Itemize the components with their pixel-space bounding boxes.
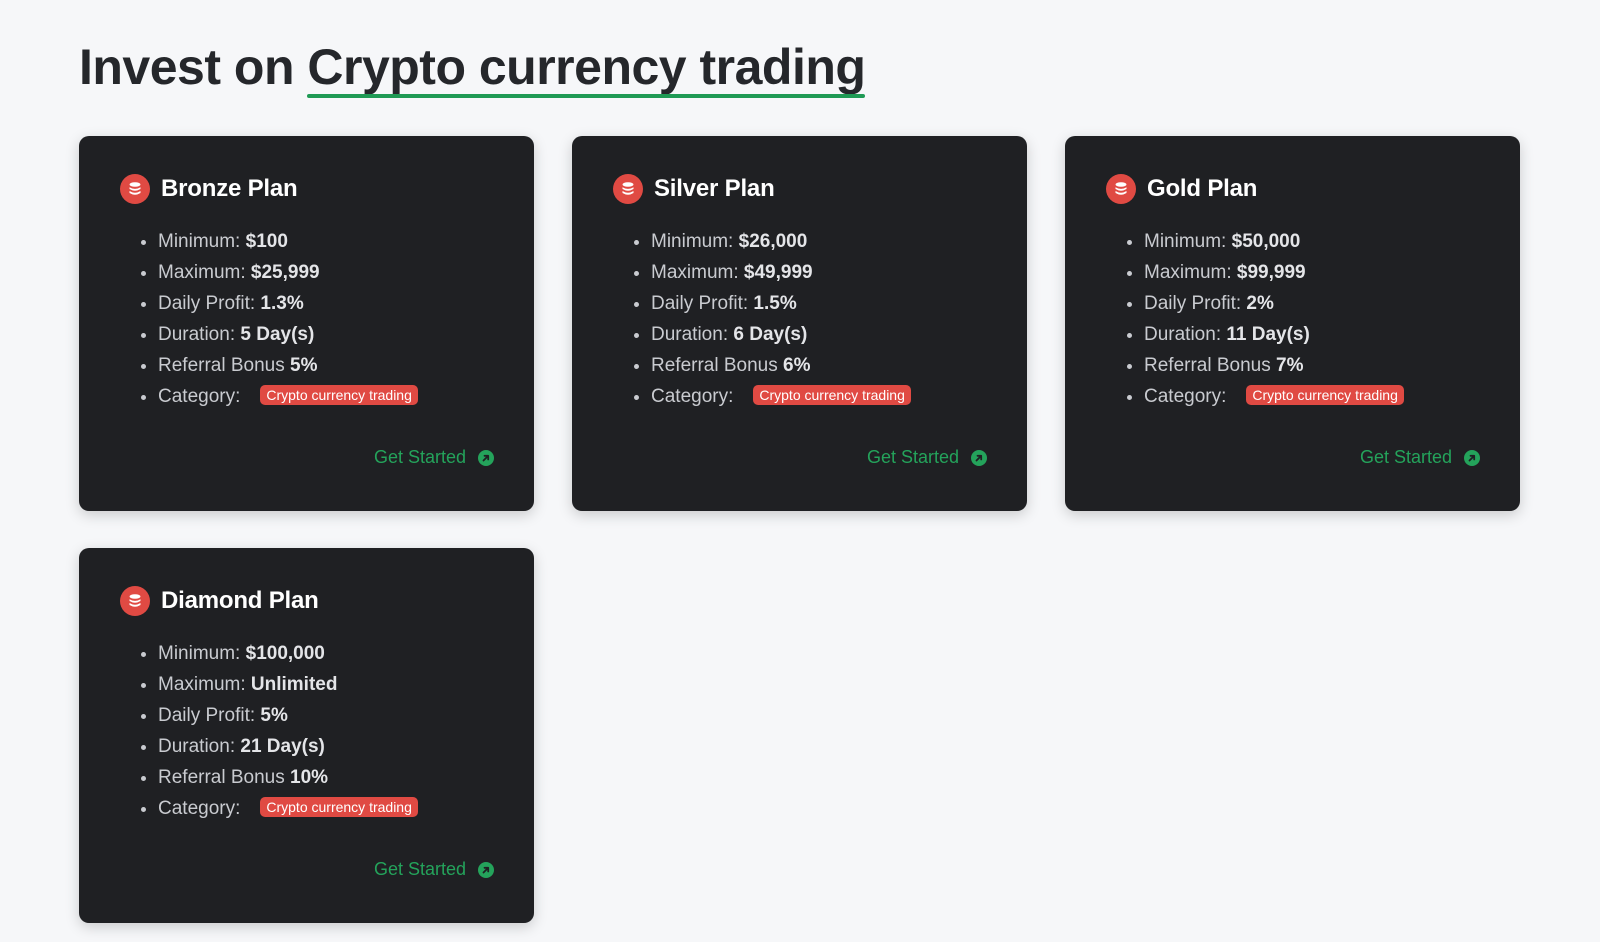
plan-maximum-value: Unlimited <box>250 674 338 695</box>
plan-duration-value: 6 Day(s) <box>733 324 808 345</box>
plan-minimum: Minimum: $26,000 <box>634 226 987 257</box>
plan-referral-bonus-value: 6% <box>783 355 811 376</box>
get-started-button[interactable]: Get Started <box>374 859 494 880</box>
get-started-button[interactable]: Get Started <box>374 447 494 468</box>
plan-minimum: Minimum: $100 <box>141 226 494 257</box>
coins-icon <box>120 174 150 204</box>
plan-daily-profit: Daily Profit: 2% <box>1127 288 1480 319</box>
get-started-label: Get Started <box>373 447 466 467</box>
plan-referral-bonus: Referral Bonus 7% <box>1127 350 1480 381</box>
plan-minimum: Minimum: $50,000 <box>1127 226 1480 257</box>
plan-daily-profit-value: 1.3% <box>260 293 304 314</box>
plan-duration-value: 5 Day(s) <box>240 324 315 345</box>
page-title-highlight: Crypto currency trading <box>307 39 866 98</box>
get-started-button[interactable]: Get Started <box>867 447 987 468</box>
coins-icon <box>120 586 150 616</box>
plan-referral-bonus: Referral Bonus 5% <box>141 350 494 381</box>
plan-maximum: Maximum: $25,999 <box>141 257 494 288</box>
plan-title: Gold Plan <box>1147 175 1258 202</box>
get-started-button[interactable]: Get Started <box>1360 447 1480 468</box>
plan-maximum: Maximum: $99,999 <box>1127 257 1480 288</box>
arrow-up-right-circle-icon <box>478 861 494 878</box>
plan-duration-value: 21 Day(s) <box>240 736 325 757</box>
plan-duration: Duration: 21 Day(s) <box>141 731 494 762</box>
plan-referral-bonus: Referral Bonus 6% <box>634 350 987 381</box>
plan-daily-profit-value: 1.5% <box>753 293 797 314</box>
page-title-prefix: Invest on <box>79 39 308 95</box>
plans-grid: Bronze Plan Minimum: $100 Maximum: $25,9… <box>79 136 1520 923</box>
plan-card-silver: Silver Plan Minimum: $26,000 Maximum: $4… <box>572 136 1027 511</box>
plan-daily-profit-value: 5% <box>260 705 288 726</box>
plan-card-header: Silver Plan <box>613 172 987 206</box>
plan-category: Category: Crypto currency trading <box>1127 381 1480 412</box>
plan-maximum: Maximum: Unlimited <box>141 669 494 700</box>
plan-daily-profit-value: 2% <box>1246 293 1274 314</box>
page-title: Invest on Crypto currency trading <box>79 38 866 98</box>
plan-category: Category: Crypto currency trading <box>141 381 494 412</box>
plan-referral-bonus-value: 10% <box>290 767 329 788</box>
plan-duration: Duration: 5 Day(s) <box>141 319 494 350</box>
plan-title: Diamond Plan <box>161 587 319 614</box>
plan-title: Bronze Plan <box>161 175 298 202</box>
plan-duration-value: 11 Day(s) <box>1226 324 1310 345</box>
plan-duration: Duration: 6 Day(s) <box>634 319 987 350</box>
plan-daily-profit: Daily Profit: 1.3% <box>141 288 494 319</box>
plan-details-list: Minimum: $26,000 Maximum: $49,999 Daily … <box>613 226 987 412</box>
plan-minimum: Minimum: $100,000 <box>141 638 494 669</box>
category-badge: Crypto currency trading <box>260 797 418 817</box>
coins-icon <box>613 174 643 204</box>
plan-maximum: Maximum: $49,999 <box>634 257 987 288</box>
coins-icon <box>1106 174 1136 204</box>
plan-maximum-value: $49,999 <box>743 262 813 283</box>
plan-card-header: Bronze Plan <box>120 172 494 206</box>
plan-title: Silver Plan <box>654 175 775 202</box>
plan-details-list: Minimum: $100,000 Maximum: Unlimited Dai… <box>120 638 494 824</box>
category-badge: Crypto currency trading <box>753 385 911 405</box>
plan-minimum-value: $100,000 <box>245 643 325 664</box>
get-started-label: Get Started <box>866 447 959 467</box>
plan-maximum-value: $25,999 <box>250 262 320 283</box>
arrow-up-right-circle-icon <box>1464 449 1480 466</box>
plan-minimum-value: $100 <box>245 231 288 252</box>
plan-card-header: Diamond Plan <box>120 584 494 618</box>
plan-minimum-value: $26,000 <box>738 231 808 252</box>
plan-details-list: Minimum: $50,000 Maximum: $99,999 Daily … <box>1106 226 1480 412</box>
plan-card-bronze: Bronze Plan Minimum: $100 Maximum: $25,9… <box>79 136 534 511</box>
category-badge: Crypto currency trading <box>260 385 418 405</box>
plan-details-list: Minimum: $100 Maximum: $25,999 Daily Pro… <box>120 226 494 412</box>
plan-card-gold: Gold Plan Minimum: $50,000 Maximum: $99,… <box>1065 136 1520 511</box>
arrow-up-right-circle-icon <box>971 449 987 466</box>
get-started-label: Get Started <box>1359 447 1452 467</box>
category-badge: Crypto currency trading <box>1246 385 1404 405</box>
plan-daily-profit: Daily Profit: 1.5% <box>634 288 987 319</box>
plan-maximum-value: $99,999 <box>1236 262 1306 283</box>
get-started-label: Get Started <box>373 859 466 879</box>
plan-daily-profit: Daily Profit: 5% <box>141 700 494 731</box>
arrow-up-right-circle-icon <box>478 449 494 466</box>
plan-card-header: Gold Plan <box>1106 172 1480 206</box>
plan-referral-bonus-value: 5% <box>290 355 318 376</box>
plan-referral-bonus-value: 7% <box>1276 355 1304 376</box>
plan-card-diamond: Diamond Plan Minimum: $100,000 Maximum: … <box>79 548 534 923</box>
plan-referral-bonus: Referral Bonus 10% <box>141 762 494 793</box>
plan-minimum-value: $50,000 <box>1231 231 1301 252</box>
plan-category: Category: Crypto currency trading <box>141 793 494 824</box>
plan-duration: Duration: 11 Day(s) <box>1127 319 1480 350</box>
plan-category: Category: Crypto currency trading <box>634 381 987 412</box>
